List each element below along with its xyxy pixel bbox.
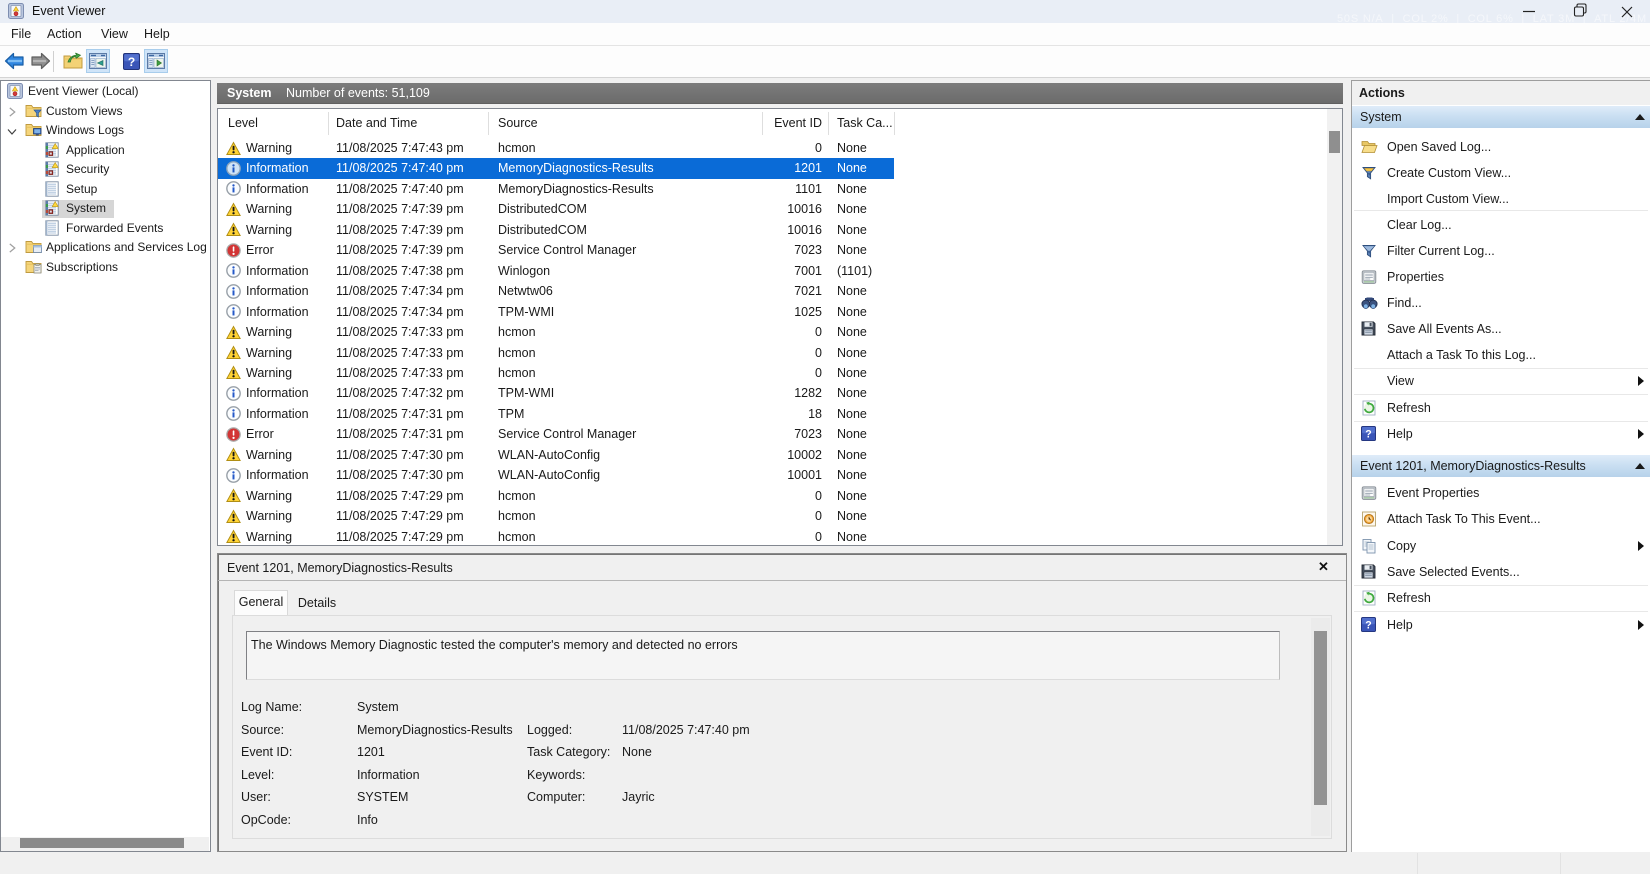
svg-text:?: ? [1365, 428, 1371, 440]
svg-text:?: ? [127, 55, 134, 69]
svg-text:?: ? [1365, 619, 1371, 631]
